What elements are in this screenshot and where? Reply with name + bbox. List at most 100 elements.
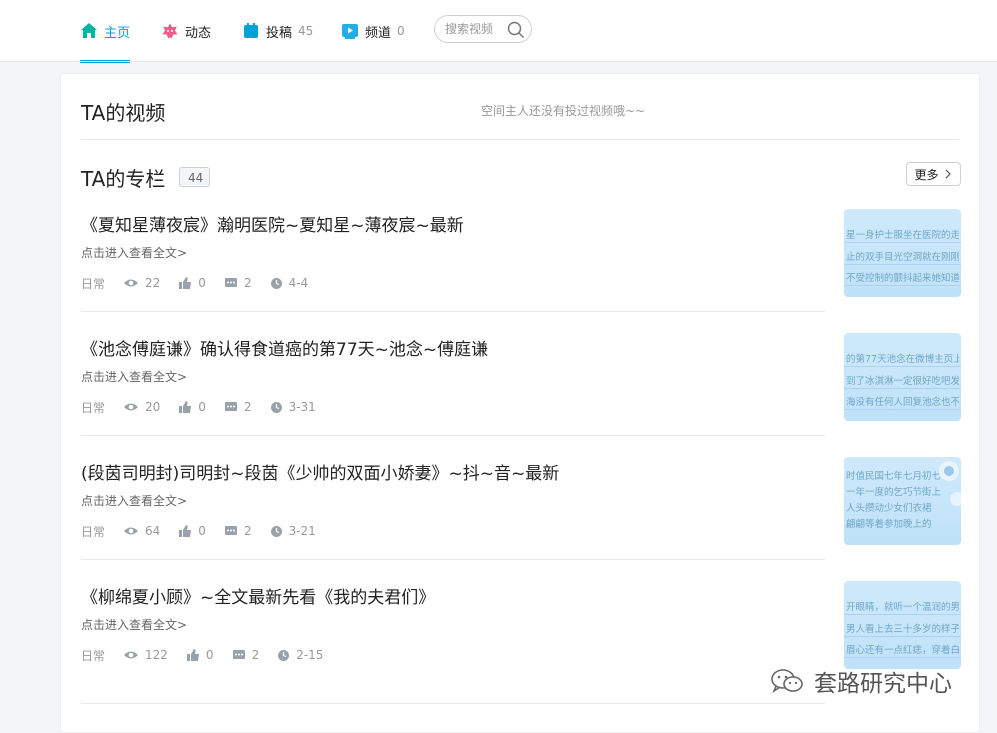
date-stat: 3-21 xyxy=(270,524,316,538)
comments-count: 2 xyxy=(243,524,252,538)
eye-icon xyxy=(124,403,139,411)
posts-count: 45 xyxy=(298,24,314,38)
article-thumbnail[interactable]: 的第77天池念在微博主页上 到了冰淇淋一定很好吃吧发 海没有任何人回复池念也不 xyxy=(844,333,961,421)
likes-stat: 0 xyxy=(178,524,206,538)
article-divider xyxy=(81,703,825,704)
clock-icon xyxy=(270,525,282,537)
comment-icon xyxy=(224,402,237,411)
article-divider xyxy=(81,311,825,312)
post-date: 3-31 xyxy=(288,400,316,414)
more-button-label: 更多 xyxy=(914,167,939,182)
article-divider xyxy=(81,559,825,560)
post-date: 2-15 xyxy=(296,648,324,662)
article-category: 日常 xyxy=(81,524,106,539)
thumb-up-icon xyxy=(179,277,192,289)
tab-posts-label: 投稿 xyxy=(266,25,293,41)
videos-section-title: TA的视频 xyxy=(81,101,166,125)
article-thumbnail[interactable]: 星一身护士服坐在医院的走 止的双手目光空洞就在刚刚 不受控制的颤抖起来她知道 xyxy=(844,209,961,297)
views-stat: 20 xyxy=(123,400,160,414)
tab-channels[interactable]: 频道 0 xyxy=(341,0,405,62)
views-stat: 64 xyxy=(123,524,160,538)
content-panel: TA的视频 空间主人还没有投过视频哦~~ TA的专栏 44 更多 《夏知星薄夜宸… xyxy=(60,73,980,733)
views-count: 64 xyxy=(145,524,161,538)
article-title[interactable]: 《夏知星薄夜宸》瀚明医院~夏知星~薄夜宸~最新 xyxy=(81,211,464,236)
wechat-icon xyxy=(771,669,803,694)
read-full-link[interactable]: 点击进入查看全文> xyxy=(81,492,187,509)
article-item[interactable]: (段茵司明封)司明封~段茵《少帅的双面小娇妻》~抖~音~最新 点击进入查看全文>… xyxy=(81,457,961,583)
comment-icon xyxy=(232,650,245,659)
likes-count: 0 xyxy=(205,648,214,662)
chevron-right-icon xyxy=(945,169,951,179)
tab-dynamic[interactable]: 动态 xyxy=(161,0,211,62)
read-full-link[interactable]: 点击进入查看全文> xyxy=(81,368,187,385)
read-full-link[interactable]: 点击进入查看全文> xyxy=(81,616,187,633)
date-stat: 3-31 xyxy=(270,400,316,414)
top-nav-bar: 主页 动态 投稿 45 频道 0 xyxy=(0,0,997,63)
comments-count: 2 xyxy=(251,648,260,662)
views-count: 20 xyxy=(145,400,161,414)
article-title[interactable]: (段茵司明封)司明封~段茵《少帅的双面小娇妻》~抖~音~最新 xyxy=(81,459,559,484)
clock-icon xyxy=(278,649,290,661)
likes-count: 0 xyxy=(198,400,206,414)
comments-stat: 2 xyxy=(224,276,252,290)
article-meta: 日常 22 0 2 4-4 xyxy=(81,275,326,291)
article-title[interactable]: 《柳绵夏小顾》~全文最新先看《我的夫君们》 xyxy=(81,583,435,608)
comments-count: 2 xyxy=(243,276,252,290)
article-meta: 日常 122 0 2 2-15 xyxy=(81,647,341,663)
post-date: 3-21 xyxy=(288,524,316,538)
comments-count: 2 xyxy=(243,400,252,414)
article-category: 日常 xyxy=(81,648,106,663)
likes-count: 0 xyxy=(198,276,206,290)
more-button[interactable]: 更多 xyxy=(906,162,961,186)
channel-icon xyxy=(341,22,359,40)
search-icon[interactable] xyxy=(507,21,525,39)
columns-section-title: TA的专栏 xyxy=(81,167,166,191)
date-stat: 4-4 xyxy=(270,276,309,290)
likes-stat: 0 xyxy=(178,400,206,414)
comments-stat: 2 xyxy=(232,648,260,662)
post-date: 4-4 xyxy=(288,276,309,290)
tab-home[interactable]: 主页 xyxy=(80,0,131,63)
tab-dynamic-label: 动态 xyxy=(185,25,212,41)
thumb-up-icon xyxy=(179,525,192,537)
comment-icon xyxy=(224,526,237,535)
section-divider xyxy=(81,139,959,140)
read-full-link[interactable]: 点击进入查看全文> xyxy=(81,244,187,261)
eye-icon xyxy=(124,651,139,659)
article-thumbnail[interactable]: 时值民国七年七月初七 一年一度的乞巧节街上 人头攒动少女们衣裙 翩翩等着参加晚上… xyxy=(844,457,961,545)
article-divider xyxy=(81,435,825,436)
likes-count: 0 xyxy=(198,524,206,538)
article-item[interactable]: 《夏知星薄夜宸》瀚明医院~夏知星~薄夜宸~最新 点击进入查看全文> 日常 22 … xyxy=(81,209,961,335)
watermark-text: 套路研究中心 xyxy=(814,671,952,697)
eye-icon xyxy=(124,279,139,287)
search-input[interactable] xyxy=(445,22,505,36)
article-category: 日常 xyxy=(81,276,106,291)
article-meta: 日常 20 0 2 3-31 xyxy=(81,399,334,415)
watermark: 套路研究中心 xyxy=(770,664,952,698)
search-box[interactable] xyxy=(434,15,532,43)
article-item[interactable]: 《池念傅庭谦》确认得食道癌的第77天~池念~傅庭谦 点击进入查看全文> 日常 2… xyxy=(81,333,961,459)
home-icon xyxy=(80,22,98,40)
columns-count-badge: 44 xyxy=(179,167,211,187)
views-stat: 122 xyxy=(123,648,168,662)
channels-count: 0 xyxy=(397,24,405,38)
clock-icon xyxy=(270,277,282,289)
thumb-up-icon xyxy=(179,401,192,413)
videos-empty-message: 空间主人还没有投过视频哦~~ xyxy=(481,104,646,118)
thumb-up-icon xyxy=(186,649,199,661)
tab-home-label: 主页 xyxy=(104,25,131,41)
decor-image-icon xyxy=(939,461,961,506)
views-stat: 22 xyxy=(123,276,160,290)
tab-posts[interactable]: 投稿 45 xyxy=(242,0,313,62)
article-category: 日常 xyxy=(81,400,106,415)
date-stat: 2-15 xyxy=(277,648,323,662)
article-thumbnail[interactable]: 开眼睛，就听一个温润的男 男人看上去三十多岁的样子 眉心还有一点红痣，穿着白 xyxy=(844,581,961,669)
views-count: 22 xyxy=(145,276,161,290)
comment-icon xyxy=(224,278,237,287)
article-meta: 日常 64 0 2 3-21 xyxy=(81,523,334,539)
views-count: 122 xyxy=(145,648,168,662)
post-icon xyxy=(242,22,260,40)
article-title[interactable]: 《池念傅庭谦》确认得食道癌的第77天~池念~傅庭谦 xyxy=(81,335,488,360)
clock-icon xyxy=(270,401,282,413)
eye-icon xyxy=(124,527,139,535)
